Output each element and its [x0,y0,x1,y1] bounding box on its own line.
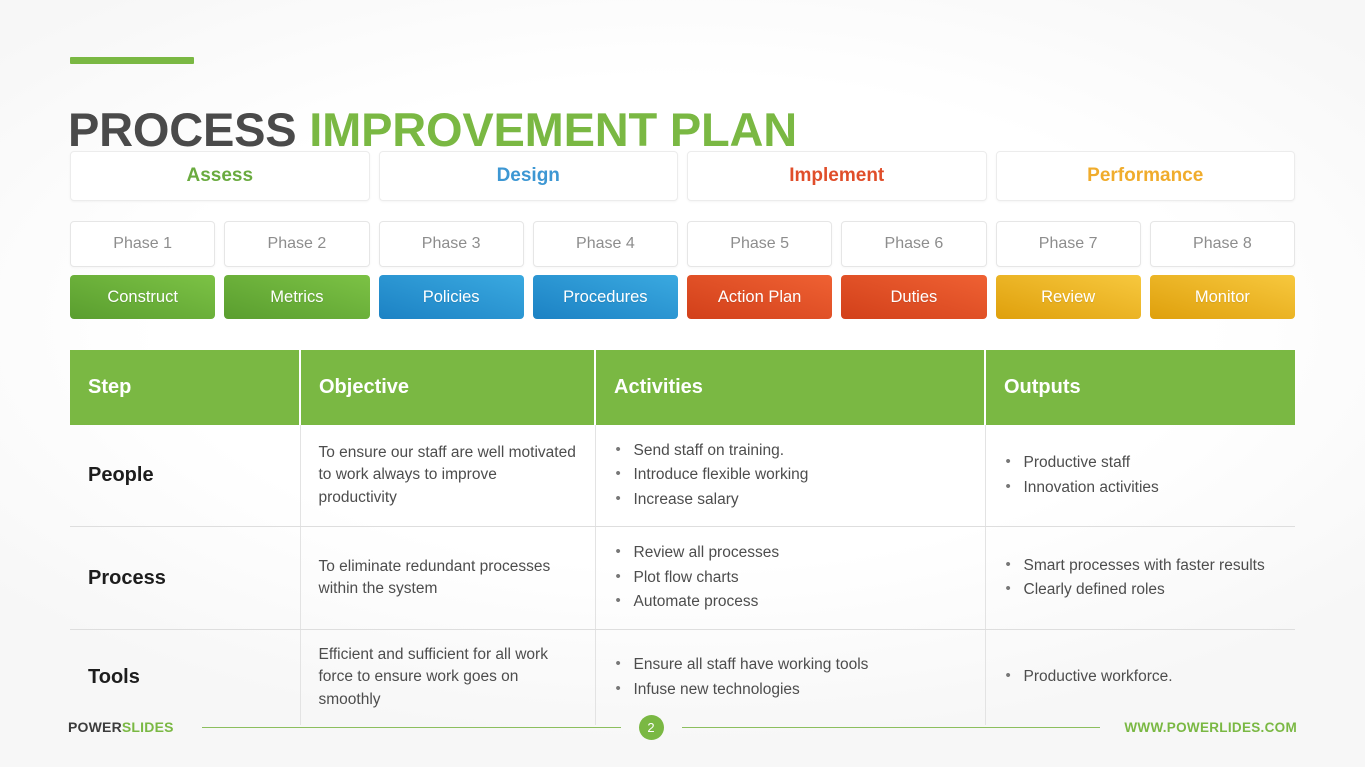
cell-activities-people: Send staff on training. Introduce flexib… [595,425,986,528]
phase-chip-label-8: Monitor [1194,287,1250,306]
phase-label-1: Phase 1 [113,235,172,252]
phase-label-6: Phase 6 [884,235,944,252]
page-title: PROCESS IMPROVEMENT PLAN [68,103,797,157]
list-item: Productive workforce. [1004,664,1280,689]
slide-canvas: PROCESS IMPROVEMENT PLAN Assess Design I… [0,0,1365,767]
list-item: Smart processes with faster results [1004,553,1280,578]
list-item: Productive staff [1004,450,1280,475]
list-item: Introduce flexible working [614,462,969,487]
list-item: Automate process [614,589,969,614]
phase-box-3[interactable]: Phase 3 [378,221,524,267]
list-item: Innovation activities [1004,475,1280,500]
list-item: Clearly defined roles [1004,577,1280,602]
category-card-implement[interactable]: Implement [687,151,987,201]
column-header-activities: Activities [595,350,986,425]
activities-list: Send staff on training. Introduce flexib… [614,438,969,512]
phase-label-2: Phase 2 [267,235,327,252]
brand-part1: POWER [68,719,122,735]
page-title-part1: PROCESS [68,103,297,157]
table-row: People To ensure our staff are well moti… [70,425,1295,528]
cell-objective-process: To eliminate redundant processes within … [300,526,596,630]
list-item: Increase salary [614,487,969,512]
footer-divider-right [681,726,1101,728]
phase-label-4: Phase 4 [576,235,635,252]
category-label-assess: Assess [186,165,254,186]
phase-chip-action-plan[interactable]: Action Plan [687,275,833,319]
column-header-outputs: Outputs [985,350,1295,425]
phase-label-3: Phase 3 [421,235,481,252]
title-accent-bar [70,57,194,64]
phase-chip-label-5: Action Plan [717,287,802,306]
phase-box-2[interactable]: Phase 2 [224,221,370,267]
phase-chip-label-3: Policies [422,287,480,306]
cell-activities-process: Review all processes Plot flow charts Au… [595,526,986,630]
activities-list: Ensure all staff have working tools Infu… [614,652,969,702]
outputs-list: Productive workforce. [1004,664,1280,689]
phase-chip-procedures[interactable]: Procedures [532,275,678,319]
table-row: Process To eliminate redundant processes… [70,526,1295,630]
phase-chip-label-7: Review [1041,287,1096,306]
phase-box-5[interactable]: Phase 5 [687,221,833,267]
column-header-objective: Objective [300,350,596,425]
phase-chip-label-2: Metrics [270,287,324,306]
phase-chip-label-6: Duties [890,287,938,306]
phase-box-6[interactable]: Phase 6 [841,221,987,267]
phase-label-row: Construct Metrics Policies Procedures Ac… [70,275,1295,319]
table-header-row: Step Objective Activities Outputs [70,350,1295,425]
cell-step-people: People [70,425,301,528]
footer-divider-left [201,726,621,728]
phase-box-8[interactable]: Phase 8 [1149,221,1295,267]
phase-chip-monitor[interactable]: Monitor [1149,275,1295,319]
category-card-assess[interactable]: Assess [70,151,370,201]
phase-label-8: Phase 8 [1193,235,1252,252]
outputs-list: Smart processes with faster results Clea… [1004,553,1280,603]
page-title-part2: IMPROVEMENT PLAN [309,103,798,157]
phase-chip-review[interactable]: Review [995,275,1141,319]
cell-step-process: Process [70,526,301,630]
cell-outputs-people: Productive staff Innovation activities [985,425,1295,528]
list-item: Infuse new technologies [614,677,969,702]
category-card-performance[interactable]: Performance [995,151,1295,201]
brand-logo: POWERSLIDES [68,719,174,735]
category-card-design[interactable]: Design [378,151,678,201]
phase-row: Phase 1 Phase 2 Phase 3 Phase 4 Phase 5 … [70,221,1295,267]
footer-website[interactable]: WWW.POWERLIDES.COM [1124,720,1297,735]
cell-outputs-process: Smart processes with faster results Clea… [985,526,1295,630]
category-row: Assess Design Implement Performance [70,151,1295,201]
improvement-plan-table: Step Objective Activities Outputs People… [70,350,1295,726]
phase-chip-policies[interactable]: Policies [378,275,524,319]
cell-outputs-tools: Productive workforce. [985,629,1295,725]
cell-objective-tools: Efficient and sufficient for all work fo… [300,629,596,726]
phase-chip-label-4: Procedures [563,287,648,306]
phase-box-4[interactable]: Phase 4 [532,221,678,267]
phase-label-5: Phase 5 [730,235,789,252]
brand-part2: SLIDES [121,719,174,735]
cell-step-tools: Tools [70,629,301,726]
slide-footer: POWERSLIDES 2 WWW.POWERLIDES.COM [68,712,1297,742]
category-label-implement: Implement [789,165,885,186]
phase-chip-construct[interactable]: Construct [70,275,216,319]
activities-list: Review all processes Plot flow charts Au… [614,540,969,614]
page-number-badge: 2 [638,714,664,740]
column-header-step: Step [70,350,301,425]
phase-label-7: Phase 7 [1038,235,1098,252]
list-item: Plot flow charts [614,565,969,590]
outputs-list: Productive staff Innovation activities [1004,450,1280,500]
cell-objective-people: To ensure our staff are well motivated t… [300,425,596,528]
phase-box-7[interactable]: Phase 7 [995,221,1141,267]
category-label-performance: Performance [1087,165,1204,186]
phase-chip-metrics[interactable]: Metrics [224,275,370,319]
category-label-design: Design [496,165,560,186]
phase-chip-label-1: Construct [107,287,178,306]
list-item: Review all processes [614,540,969,565]
phase-box-1[interactable]: Phase 1 [70,221,216,267]
phase-chip-duties[interactable]: Duties [841,275,987,319]
cell-activities-tools: Ensure all staff have working tools Infu… [595,629,986,726]
table-row: Tools Efficient and sufficient for all w… [70,629,1295,726]
list-item: Ensure all staff have working tools [614,652,969,677]
list-item: Send staff on training. [614,438,969,463]
